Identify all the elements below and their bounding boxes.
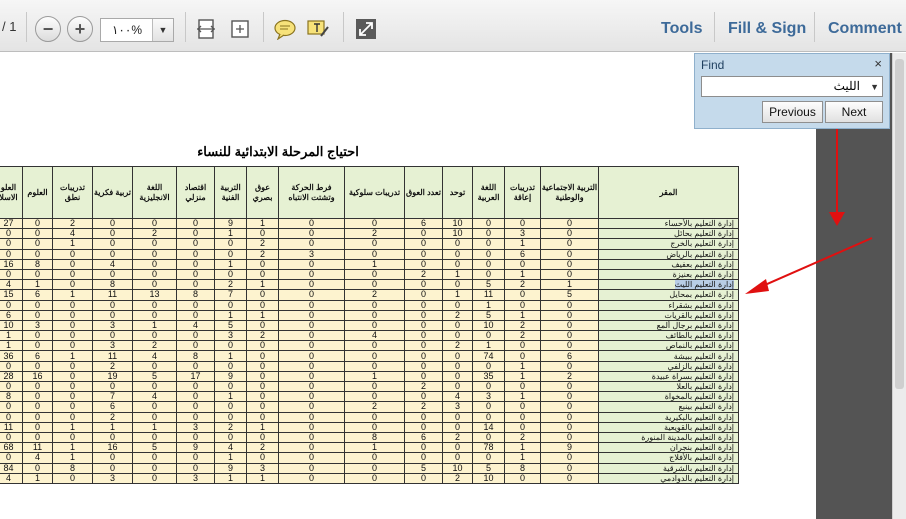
arrow-head (829, 212, 845, 226)
find-title: Find (701, 58, 725, 72)
find-query-value[interactable]: الليث (834, 79, 860, 93)
previous-button[interactable]: Previous (762, 101, 823, 123)
arrow-head (745, 279, 769, 294)
find-input[interactable]: الليث ▼ (701, 76, 883, 97)
chevron-down-icon[interactable]: ▼ (870, 82, 879, 92)
close-icon[interactable]: × (874, 56, 882, 71)
find-panel: Find × الليث ▼ Previous Next (694, 53, 890, 129)
pdf-viewer-window: / 1 − + ١٠٠% ▼ Tools Fill & Sign Comment… (0, 0, 906, 519)
next-button[interactable]: Next (825, 101, 883, 123)
diagonal-arrow-line (757, 237, 873, 289)
